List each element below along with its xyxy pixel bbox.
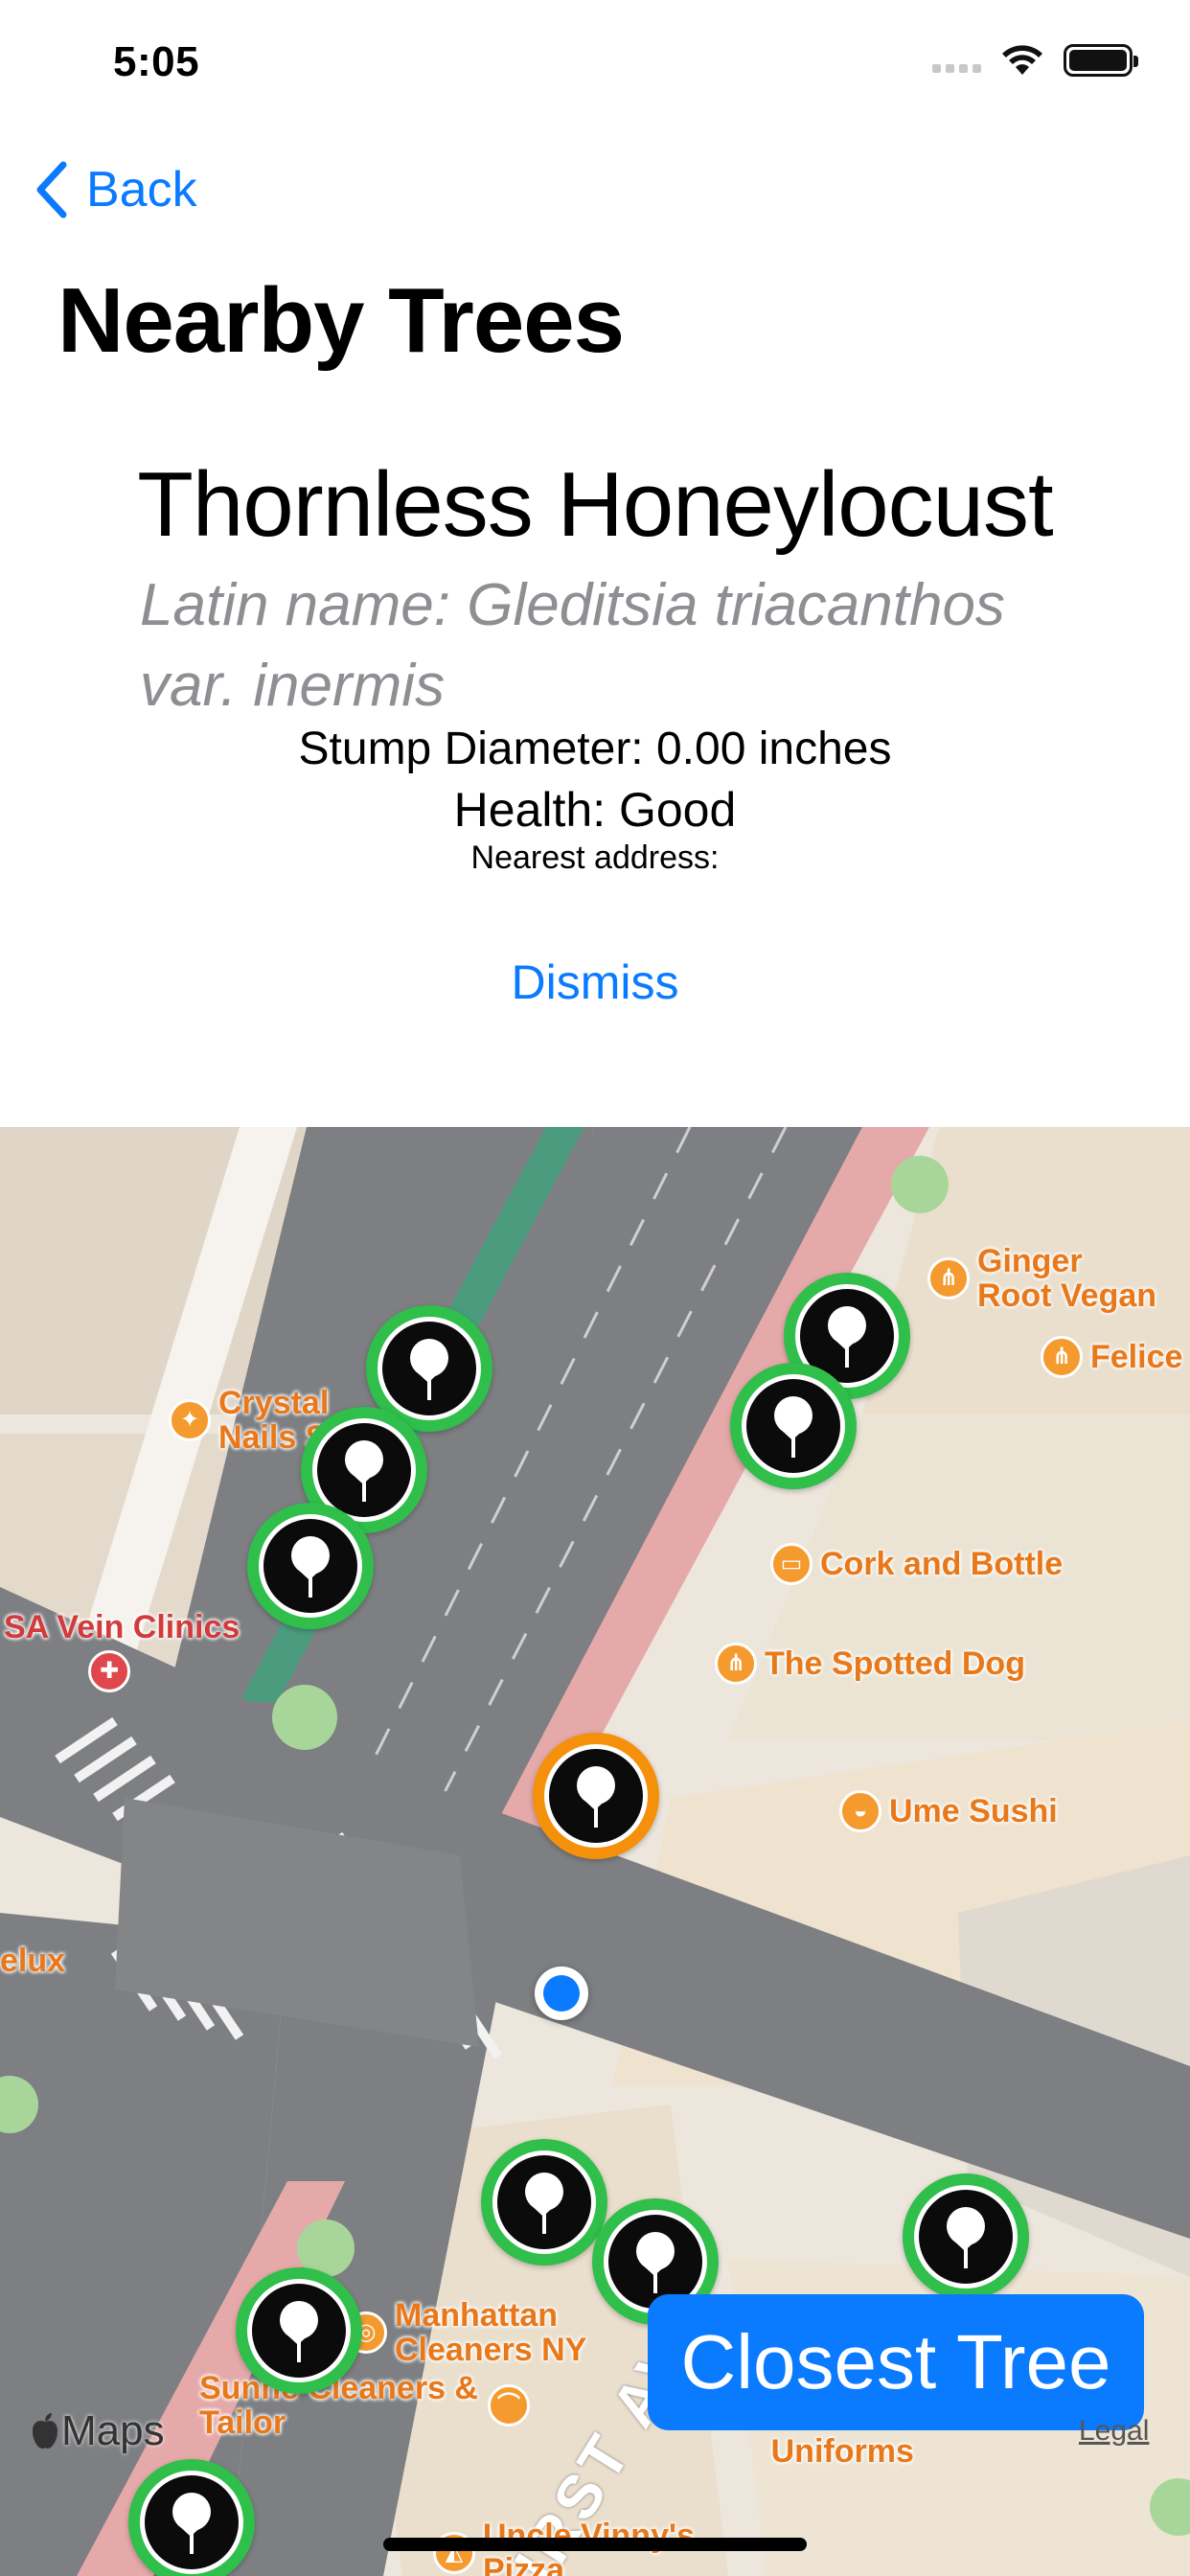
tree-icon xyxy=(577,1766,615,1828)
poi-crystal-nails[interactable]: ✦ Crystal Nails S xyxy=(169,1386,329,1455)
tree-icon xyxy=(291,1536,330,1598)
tree-icon xyxy=(525,2173,563,2234)
poi-felice[interactable]: ⋔ Felice xyxy=(1041,1336,1182,1378)
tree-icon xyxy=(172,2493,211,2554)
sushi-icon: ◒ xyxy=(839,1790,881,1832)
poi-cork-and-bottle[interactable]: ▭ Cork and Bottle xyxy=(770,1543,1063,1585)
poi-manhattan-cleaners[interactable]: ◎ Manhattan Cleaners NY xyxy=(345,2298,586,2367)
apple-logo-icon xyxy=(33,2413,57,2449)
dismiss-button[interactable]: Dismiss xyxy=(0,954,1190,1010)
fork-knife-icon: ⋔ xyxy=(715,1643,757,1685)
tree-marker[interactable] xyxy=(236,2267,362,2394)
user-location-dot xyxy=(535,1966,588,2020)
tree-icon xyxy=(410,1339,448,1400)
tree-icon xyxy=(774,1396,812,1458)
tree-icon xyxy=(345,1440,383,1502)
closest-tree-button[interactable]: Closest Tree xyxy=(648,2294,1144,2430)
tree-icon xyxy=(828,1306,866,1368)
chevron-left-icon xyxy=(36,161,67,218)
nearest-address: Nearest address: xyxy=(470,840,720,876)
tree-icon xyxy=(947,2207,985,2268)
battery-icon xyxy=(1064,44,1138,77)
stethoscope-icon: ✚ xyxy=(88,1650,130,1692)
tree-common-name: Thornless Honeylocust xyxy=(137,453,1053,556)
back-button[interactable]: Back xyxy=(34,161,197,218)
store-icon: ▭ xyxy=(770,1543,812,1585)
home-indicator[interactable] xyxy=(383,2538,807,2551)
cellular-signal-icon xyxy=(932,48,981,73)
poi-sunne-cleaners[interactable]: Sunne Cleaners & Tailor ⌒ xyxy=(199,2371,538,2440)
tree-health: Health: Good xyxy=(453,783,737,837)
tree-marker[interactable] xyxy=(247,1503,374,1629)
maps-label: Maps xyxy=(61,2407,165,2454)
tree-marker[interactable] xyxy=(481,2139,607,2266)
poi-ginger-root-vegan[interactable]: ⋔ Ginger Root Vegan xyxy=(927,1244,1156,1313)
back-label: Back xyxy=(86,162,197,218)
maps-logo: Maps xyxy=(29,2407,165,2455)
poi-sa-vein-clinics[interactable]: SA Vein Clinics ✚ xyxy=(4,1610,240,1692)
nail-salon-icon: ✦ xyxy=(169,1399,211,1441)
tree-latin-name: Latin name: Gleditsia triacanthos var. i… xyxy=(140,572,1005,719)
poi-elux[interactable]: elux xyxy=(0,1944,65,1978)
poi-the-spotted-dog[interactable]: ⋔ The Spotted Dog xyxy=(715,1643,1025,1685)
tree-marker[interactable] xyxy=(128,2459,255,2576)
legal-link[interactable]: Legal xyxy=(1079,2415,1149,2448)
fork-knife-icon: ⋔ xyxy=(1041,1336,1083,1378)
tree-marker[interactable] xyxy=(903,2174,1029,2300)
wifi-icon xyxy=(1002,45,1042,75)
poi-ume-sushi[interactable]: ◒ Ume Sushi xyxy=(839,1790,1058,1832)
status-time: 5:05 xyxy=(113,38,200,85)
hanger-icon: ⌒ xyxy=(487,2384,530,2426)
stump-diameter: Stump Diameter: 0.00 inches xyxy=(298,724,892,774)
tree-icon xyxy=(280,2301,318,2362)
selected-tree-marker[interactable] xyxy=(533,1733,659,1859)
tree-marker[interactable] xyxy=(730,1363,857,1489)
page-title: Nearby Trees xyxy=(57,269,625,372)
tree-icon xyxy=(636,2232,675,2293)
fork-knife-icon: ⋔ xyxy=(927,1257,970,1300)
status-icons xyxy=(932,44,1138,77)
